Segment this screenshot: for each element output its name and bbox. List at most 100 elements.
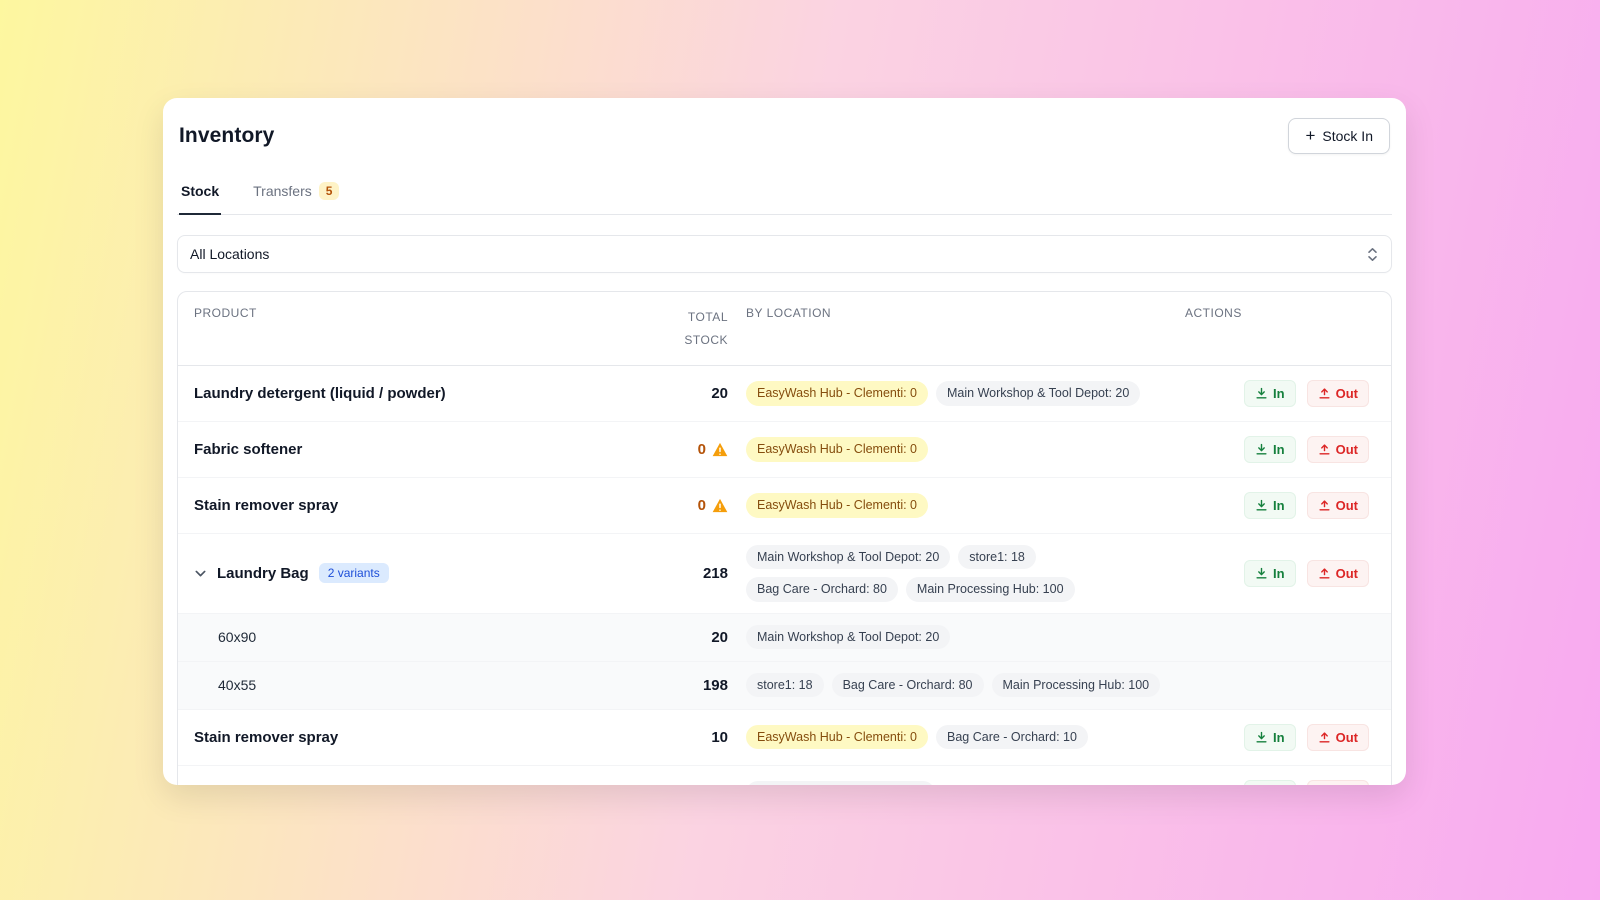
low-stock-warning-icon [712,442,728,457]
product-row: Laundry detergent (liquid / powder) 20 Eas… [178,366,1391,422]
upload-icon [1318,731,1331,744]
product-cell: Laundry detergent (liquid / powder) [178,385,648,402]
download-icon [1255,387,1268,400]
location-tag: store1: 18 [958,545,1036,569]
row-stock-in-button[interactable]: In [1244,492,1296,519]
product-row: Fabric softener 0 EasyWash Hub - Clementi:… [178,422,1391,478]
row-stock-in-label: In [1273,730,1285,745]
row-stock-in-button[interactable]: In [1244,560,1296,587]
product-row: Laundry Bag2 variants218Main Workshop & … [178,534,1391,614]
by-location-cell: Main Workshop & Tool Depot: 20 store1: 18… [728,543,1181,604]
location-tag: Main Workshop & Tool Depot: 20 [746,625,950,649]
total-stock-value: 218 [703,565,728,582]
inventory-table: Product Total Stock By Location Actions … [177,291,1392,785]
actions-cell: In Out [1181,492,1391,519]
row-stock-out-button[interactable]: Out [1307,724,1369,751]
product-name: Laundry detergent (liquid / powder) [194,385,446,402]
total-stock-cell: 20 [648,385,728,402]
stock-in-button-label: Stock In [1322,128,1373,144]
row-stock-out-button[interactable]: Out [1307,780,1369,785]
row-stock-out-label: Out [1336,566,1358,581]
product-cell: 60x90 [178,629,648,645]
row-stock-out-button[interactable]: Out [1307,436,1369,463]
row-stock-out-label: Out [1336,730,1358,745]
download-icon [1255,499,1268,512]
row-stock-out-button[interactable]: Out [1307,560,1369,587]
location-tag: Main Processing Hub: 100 [906,577,1075,601]
row-stock-out-button[interactable]: Out [1307,492,1369,519]
download-icon [1255,731,1268,744]
row-stock-out-button[interactable]: Out [1307,380,1369,407]
product-row: Stain remover spray 0 EasyWash Hub - Cleme… [178,478,1391,534]
row-stock-in-button[interactable]: In [1244,780,1296,785]
product-row: Fabric Softener10EasyWash Hub - Clementi… [178,766,1391,785]
product-name: Stain remover spray [194,497,338,514]
table-body: Laundry detergent (liquid / powder) 20 Eas… [178,366,1391,785]
by-location-cell: EasyWash Hub - Clementi: 10 [728,779,1181,785]
tab-bar: Stock Transfers 5 [177,176,1392,215]
row-stock-in-button[interactable]: In [1244,436,1296,463]
stock-in-button[interactable]: + Stock In [1288,118,1390,154]
expand-chevron-icon[interactable] [194,567,207,580]
variant-name: 60x90 [218,629,256,645]
actions-cell: In Out [1181,724,1391,751]
total-stock-value: 0 [698,497,706,514]
total-stock-value: 20 [711,385,728,402]
total-stock-cell: 218 [648,565,728,582]
location-tag: Main Workshop & Tool Depot: 20 [746,545,950,569]
by-location-cell: EasyWash Hub - Clementi: 0 [728,491,1181,519]
panel-header: Inventory + Stock In [177,118,1392,154]
row-stock-out-label: Out [1336,386,1358,401]
tab-stock[interactable]: Stock [179,176,221,215]
row-stock-in-label: In [1273,386,1285,401]
location-tag: Bag Care - Orchard: 80 [832,673,984,697]
actions-cell: In Out [1181,380,1391,407]
location-tag: store1: 18 [746,673,824,697]
low-stock-warning-icon [712,498,728,513]
location-tag: Main Processing Hub: 100 [992,673,1161,697]
tab-transfers[interactable]: Transfers 5 [251,176,341,215]
total-stock-cell: 198 [648,677,728,694]
variants-badge[interactable]: 2 variants [319,563,389,583]
row-stock-in-button[interactable]: In [1244,724,1296,751]
location-tag: EasyWash Hub - Clementi: 0 [746,437,928,461]
product-cell: Stain remover spray [178,497,648,514]
row-stock-out-label: Out [1336,442,1358,457]
upload-icon [1318,499,1331,512]
total-stock-cell: 0 [648,497,728,514]
product-name: Stain remover spray [194,729,338,746]
chevron-down-icon [194,567,207,580]
total-stock-value: 198 [703,677,728,694]
column-header-total-stock: Total Stock [648,306,728,352]
location-select-value: All Locations [190,246,269,262]
inventory-panel: Inventory + Stock In Stock Transfers 5 A… [163,98,1406,785]
table-header-row: Product Total Stock By Location Actions [178,292,1391,366]
product-cell: Fabric softener [178,441,648,458]
upload-icon [1318,443,1331,456]
select-chevron-icon [1366,246,1379,263]
location-tag: EasyWash Hub - Clementi: 0 [746,381,928,405]
total-stock-cell: 10 [648,729,728,746]
row-stock-in-button[interactable]: In [1244,380,1296,407]
location-tag: Main Workshop & Tool Depot: 20 [936,381,1140,405]
location-select[interactable]: All Locations [177,235,1392,273]
actions-cell: In Out [1181,780,1391,785]
row-stock-in-label: In [1273,498,1285,513]
tab-stock-label: Stock [181,183,219,199]
total-stock-value: 0 [698,441,706,458]
by-location-cell: EasyWash Hub - Clementi: 0Bag Care - Orc… [728,723,1181,751]
location-tag: Bag Care - Orchard: 80 [746,577,898,601]
product-cell: 40x55 [178,677,648,693]
total-stock-value: 20 [711,629,728,646]
total-stock-cell: 0 [648,441,728,458]
transfers-count-badge: 5 [319,182,340,200]
page-title: Inventory [179,124,274,148]
by-location-cell: store1: 18 Bag Care - Orchard: 80 Main Pro… [728,671,1181,699]
variant-row: 40x55 198 store1: 18 Bag Care - Orchard: 80… [178,662,1391,710]
product-cell: Stain remover spray [178,729,648,746]
download-icon [1255,567,1268,580]
column-header-actions: Actions [1181,306,1391,320]
location-tag: EasyWash Hub - Clementi: 0 [746,493,928,517]
plus-icon: + [1305,127,1315,144]
row-stock-out-label: Out [1336,498,1358,513]
